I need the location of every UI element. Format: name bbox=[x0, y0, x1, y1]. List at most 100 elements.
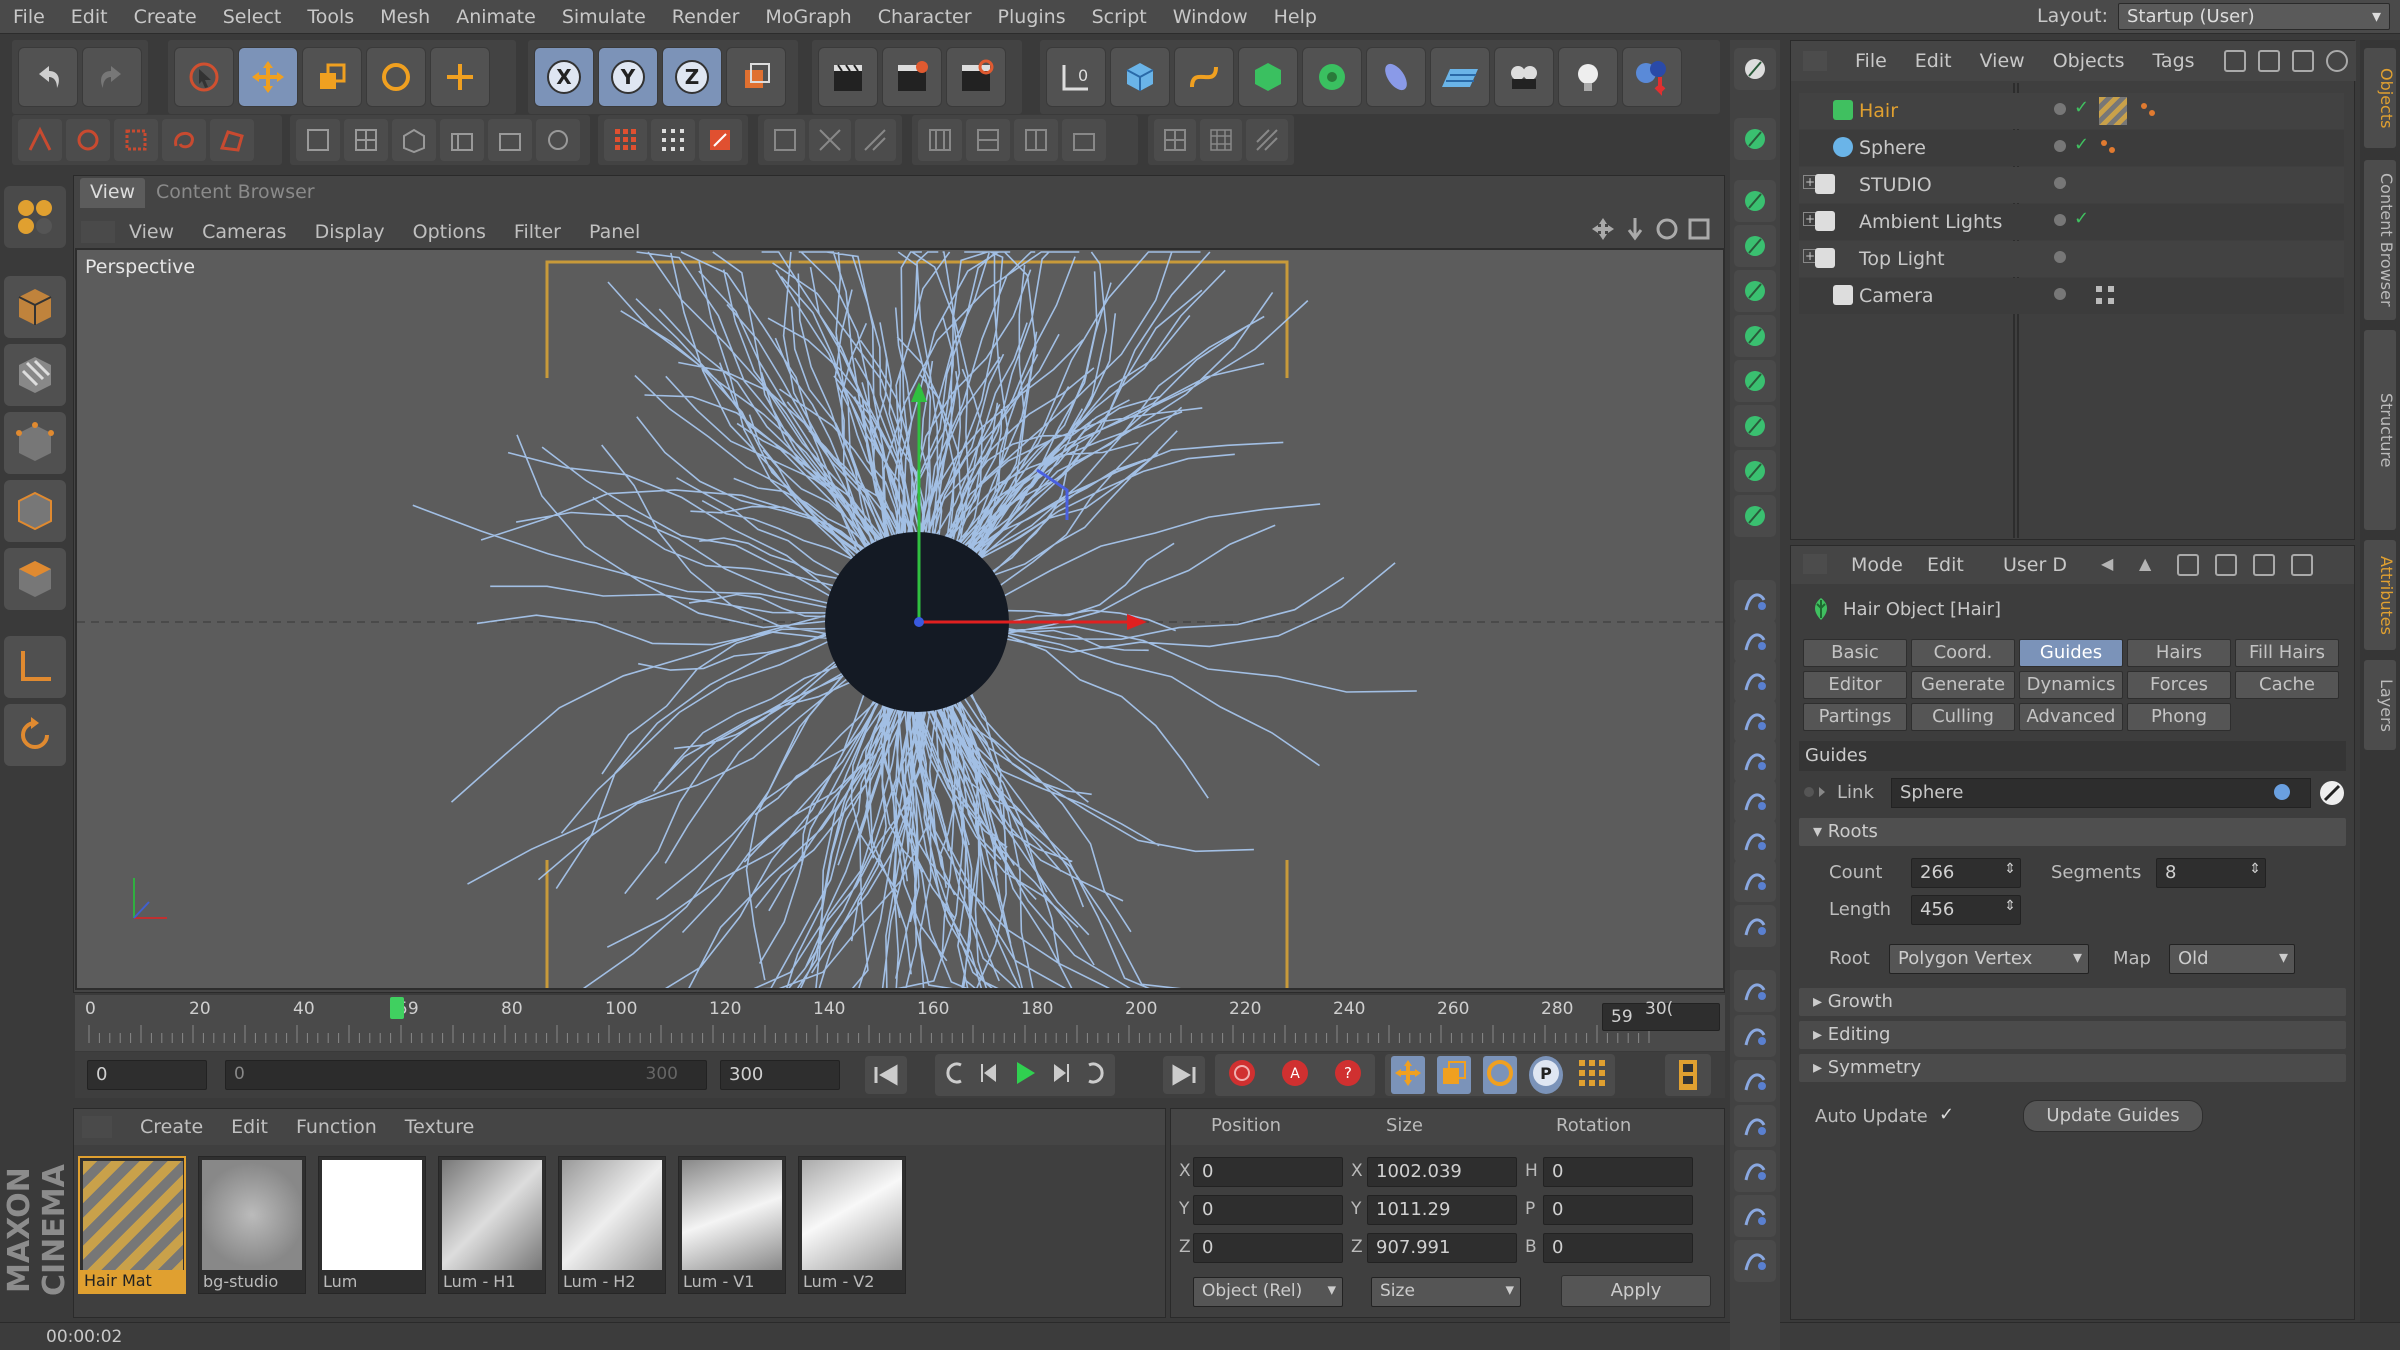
stepper-icon[interactable]: ⇕ bbox=[2249, 861, 2261, 877]
size-field[interactable]: 1002.039 bbox=[1367, 1157, 1517, 1187]
goto-start-button[interactable] bbox=[865, 1056, 907, 1094]
menu-file[interactable]: File bbox=[0, 6, 58, 28]
brush-move-icon[interactable] bbox=[1734, 1015, 1776, 1057]
search-icon[interactable] bbox=[2177, 554, 2199, 576]
update-guides-button[interactable]: Update Guides bbox=[2023, 1100, 2203, 1132]
menu-help[interactable]: Help bbox=[1261, 6, 1330, 28]
object-menu-objects[interactable]: Objects bbox=[2039, 50, 2139, 72]
coordinate-system-icon[interactable] bbox=[726, 47, 786, 107]
straighten-icon[interactable] bbox=[1734, 700, 1776, 742]
tab-editor[interactable]: Editor bbox=[1803, 671, 1907, 699]
step-forward-icon[interactable] bbox=[1050, 1060, 1072, 1090]
object-menu-file[interactable]: File bbox=[1841, 50, 1901, 72]
poly-select-icon[interactable] bbox=[210, 119, 254, 161]
tag-palette-icon[interactable] bbox=[1734, 48, 1776, 90]
tab-culling[interactable]: Culling bbox=[1911, 703, 2015, 731]
model-mode-icon[interactable] bbox=[4, 276, 66, 338]
material-slot[interactable]: Hair Mat bbox=[78, 1156, 186, 1294]
select-arrow-icon[interactable] bbox=[174, 47, 234, 107]
render-picture-viewer-icon[interactable] bbox=[882, 47, 942, 107]
rotation-field[interactable]: 0 bbox=[1543, 1195, 1693, 1225]
rotate-icon[interactable] bbox=[366, 47, 426, 107]
tab-hairs[interactable]: Hairs bbox=[2127, 639, 2231, 667]
y-axis-icon[interactable]: Y bbox=[598, 47, 658, 107]
side-tab-attributes[interactable]: Attributes bbox=[2364, 540, 2396, 650]
lock-icon[interactable] bbox=[2215, 554, 2237, 576]
auto-update-checkbox[interactable]: ✓ bbox=[1939, 1104, 1961, 1126]
material-tag-icon[interactable] bbox=[2099, 97, 2127, 125]
lasso-select-icon[interactable] bbox=[162, 119, 206, 161]
polygons-mode-icon[interactable] bbox=[4, 548, 66, 610]
edges-mode-icon[interactable] bbox=[4, 480, 66, 542]
timeline-ruler[interactable]: 59 0 20 40 59 80 100 120 140 160 180 200 220 240 260 2… bbox=[75, 995, 1725, 1051]
menu-mesh[interactable]: Mesh bbox=[367, 6, 443, 28]
stepper-icon[interactable]: ⇕ bbox=[2004, 898, 2016, 914]
menu-animate[interactable]: Animate bbox=[443, 6, 549, 28]
enabled-check-icon[interactable]: ✓ bbox=[2074, 97, 2089, 118]
texture-mode-icon[interactable] bbox=[698, 119, 742, 161]
position-field[interactable]: 0 bbox=[1193, 1233, 1343, 1263]
tab-content-browser[interactable]: Content Browser bbox=[146, 178, 325, 208]
object-menu-tags[interactable]: Tags bbox=[2138, 50, 2208, 72]
slide-icon[interactable] bbox=[966, 119, 1010, 161]
x-axis-icon[interactable]: X bbox=[534, 47, 594, 107]
tab-advanced[interactable]: Advanced bbox=[2019, 703, 2123, 731]
hatch-icon[interactable] bbox=[1246, 119, 1288, 161]
object-menu-view[interactable]: View bbox=[1966, 50, 2039, 72]
collider-icon[interactable] bbox=[1734, 820, 1776, 862]
texture-mode-icon[interactable] bbox=[4, 344, 66, 406]
tab-fillhairs[interactable]: Fill Hairs bbox=[2235, 639, 2339, 667]
z-axis-icon[interactable]: Z bbox=[662, 47, 722, 107]
max-frame-field[interactable]: 300 bbox=[720, 1060, 840, 1090]
size-field[interactable]: 1011.29 bbox=[1367, 1195, 1517, 1225]
visibility-dot-icon[interactable] bbox=[2054, 288, 2066, 300]
root-dropdown[interactable]: Polygon Vertex ▾ bbox=[1889, 944, 2089, 974]
search-icon[interactable] bbox=[2326, 50, 2348, 72]
camera-icon[interactable] bbox=[1494, 47, 1554, 107]
key-position-icon[interactable] bbox=[1391, 1056, 1425, 1094]
timeline-scheme-button[interactable] bbox=[1665, 1054, 1711, 1096]
play-icon[interactable] bbox=[1012, 1059, 1038, 1091]
attr-menu-user-d[interactable]: User D bbox=[2003, 554, 2067, 576]
tab-basic[interactable]: Basic bbox=[1803, 639, 1907, 667]
attr-menu-mode[interactable]: Mode bbox=[1851, 554, 1903, 576]
null-object-icon[interactable]: 0 bbox=[1046, 47, 1106, 107]
material-slot[interactable]: Lum bbox=[318, 1156, 426, 1294]
object-menu-edit[interactable]: Edit bbox=[1901, 50, 1966, 72]
new-window-icon[interactable] bbox=[2291, 554, 2313, 576]
material-slot[interactable]: Lum - V1 bbox=[678, 1156, 786, 1294]
keyframe-selection-icon[interactable]: ? bbox=[1332, 1057, 1364, 1093]
menu-select[interactable]: Select bbox=[210, 6, 295, 28]
tab-coord[interactable]: Coord. bbox=[1911, 639, 2015, 667]
size-field[interactable]: 907.991 bbox=[1367, 1233, 1517, 1263]
scale-icon[interactable] bbox=[302, 47, 362, 107]
position-field[interactable]: 0 bbox=[1193, 1195, 1343, 1225]
spline-pen-icon[interactable] bbox=[1734, 118, 1776, 160]
viewport-menu-cameras[interactable]: Cameras bbox=[188, 221, 300, 243]
side-tab-objects[interactable]: Objects bbox=[2364, 48, 2396, 148]
knife-icon[interactable] bbox=[764, 119, 806, 161]
hair-brush-icon[interactable] bbox=[1734, 1105, 1776, 1147]
hair-tag-icon[interactable] bbox=[2099, 138, 2117, 156]
hair-guide-icon[interactable] bbox=[1734, 180, 1776, 222]
viewport-canvas[interactable]: Perspective bbox=[75, 248, 1725, 990]
viewport-menu-view[interactable]: View bbox=[115, 221, 188, 243]
editing-section[interactable]: ▸ Editing bbox=[1799, 1021, 2346, 1049]
menu-simulate[interactable]: Simulate bbox=[549, 6, 659, 28]
key-parameter-icon[interactable]: P bbox=[1529, 1056, 1563, 1094]
min-frame-field[interactable]: 0 bbox=[87, 1060, 207, 1090]
hair-dynamics-icon[interactable] bbox=[1734, 780, 1776, 822]
visibility-dot-icon[interactable] bbox=[2054, 251, 2066, 263]
curl-icon[interactable] bbox=[1734, 360, 1776, 402]
key-rotation-icon[interactable] bbox=[1483, 1056, 1517, 1094]
points-mode-icon[interactable] bbox=[4, 412, 66, 474]
back-arrow-icon[interactable]: ◀ bbox=[2101, 554, 2123, 576]
visibility-dot-icon[interactable] bbox=[2054, 214, 2066, 226]
nurbs-icon[interactable] bbox=[1238, 47, 1298, 107]
pan-icon[interactable] bbox=[1590, 216, 1616, 244]
menu-window[interactable]: Window bbox=[1160, 6, 1261, 28]
menu-mograph[interactable]: MoGraph bbox=[752, 6, 864, 28]
hair-tools-icon[interactable] bbox=[1622, 47, 1682, 107]
maximize-icon[interactable] bbox=[1686, 216, 1712, 244]
range-slider[interactable]: 0 300 bbox=[225, 1060, 707, 1090]
